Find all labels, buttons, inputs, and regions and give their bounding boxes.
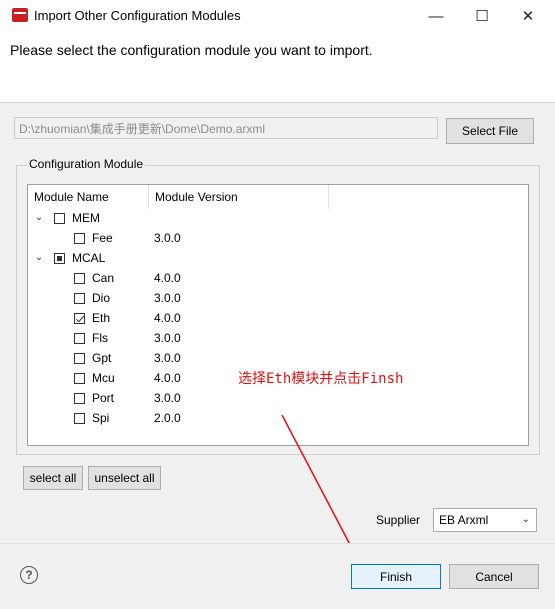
cancel-button[interactable]: Cancel (449, 564, 539, 589)
module-version: 3.0.0 (154, 331, 181, 345)
tree-row-dio[interactable]: Dio 3.0.0 (28, 289, 528, 309)
module-name: Fls (92, 331, 108, 345)
tree-row-port[interactable]: Port 3.0.0 (28, 389, 528, 409)
checkbox-dio[interactable] (74, 293, 85, 304)
finish-button[interactable]: Finish (351, 564, 441, 589)
tree-row-can[interactable]: Can 4.0.0 (28, 269, 528, 289)
checkbox-fee[interactable] (74, 233, 85, 244)
module-name: Mcu (92, 371, 115, 385)
tree-row-gpt[interactable]: Gpt 3.0.0 (28, 349, 528, 369)
file-path-field: D:\zhuomian\集成手册更新\Dome\Demo.arxml (14, 117, 438, 139)
configuration-module-group: Configuration Module Module Name Module … (16, 157, 540, 455)
select-all-button[interactable]: select all (23, 466, 83, 490)
help-icon[interactable]: ? (20, 566, 38, 584)
window-title: Import Other Configuration Modules (34, 8, 241, 23)
column-header-module-name[interactable]: Module Name (28, 185, 149, 209)
checkbox-mcal[interactable] (54, 253, 65, 264)
module-version: 4.0.0 (154, 271, 181, 285)
module-name: Can (92, 271, 115, 285)
tree-row-mem[interactable]: ⌄ MEM (28, 209, 528, 229)
group-label: Configuration Module (27, 157, 146, 171)
supplier-label: Supplier (376, 513, 421, 527)
minimize-button[interactable]: — (413, 0, 459, 32)
tree-row-spi[interactable]: Spi 2.0.0 (28, 409, 528, 429)
select-file-button[interactable]: Select File (446, 118, 534, 144)
dialog-header: Please select the configuration module y… (0, 32, 555, 103)
tree-row-fee[interactable]: Fee 3.0.0 (28, 229, 528, 249)
checkbox-fls[interactable] (74, 333, 85, 344)
checkbox-mem[interactable] (54, 213, 65, 224)
dialog-body: D:\zhuomian\集成手册更新\Dome\Demo.arxml Selec… (0, 103, 555, 543)
chevron-down-icon: ⌄ (521, 514, 530, 525)
close-button[interactable]: ✕ (505, 0, 551, 32)
module-version: 3.0.0 (154, 291, 181, 305)
module-name: Port (92, 391, 115, 405)
module-version: 2.0.0 (154, 411, 181, 425)
tree-row-eth[interactable]: Eth 4.0.0 (28, 309, 528, 329)
module-tree[interactable]: Module Name Module Version ⌄ MEM Fee 3.0.0 ⌄… (27, 184, 529, 446)
module-name: Fee (92, 231, 113, 245)
module-version: 3.0.0 (154, 391, 181, 405)
checkbox-mcu[interactable] (74, 373, 85, 384)
checkbox-can[interactable] (74, 273, 85, 284)
module-name: Dio (92, 291, 111, 305)
checkbox-gpt[interactable] (74, 353, 85, 364)
module-name: Eth (92, 311, 111, 325)
supplier-select[interactable]: EB Arxml ⌄ (433, 508, 537, 532)
instruction-text: Please select the configuration module y… (10, 42, 373, 58)
expand-chevron-icon[interactable]: ⌄ (34, 212, 44, 224)
module-version: 3.0.0 (154, 231, 181, 245)
checkbox-eth[interactable] (74, 313, 85, 324)
module-name: Gpt (92, 351, 112, 365)
title-bar: Import Other Configuration Modules — ☐ ✕ (0, 0, 555, 32)
app-icon (12, 8, 28, 22)
module-version: 3.0.0 (154, 351, 181, 365)
expand-chevron-icon[interactable]: ⌄ (34, 252, 44, 264)
column-header-module-version[interactable]: Module Version (149, 185, 329, 209)
tree-row-fls[interactable]: Fls 3.0.0 (28, 329, 528, 349)
maximize-button[interactable]: ☐ (459, 0, 505, 32)
annotation-text: 选择Eth模块并点击Finsh (238, 371, 404, 387)
module-version: 4.0.0 (154, 371, 181, 385)
tree-row-mcal[interactable]: ⌄ MCAL (28, 249, 528, 269)
checkbox-port[interactable] (74, 393, 85, 404)
dialog-footer: ? Finish Cancel (0, 544, 555, 609)
module-name: MCAL (72, 251, 106, 265)
module-name: MEM (72, 211, 100, 225)
module-version: 4.0.0 (154, 311, 181, 325)
unselect-all-button[interactable]: unselect all (88, 466, 161, 490)
supplier-value: EB Arxml (439, 513, 489, 527)
module-name: Spi (92, 411, 110, 425)
checkbox-spi[interactable] (74, 413, 85, 424)
